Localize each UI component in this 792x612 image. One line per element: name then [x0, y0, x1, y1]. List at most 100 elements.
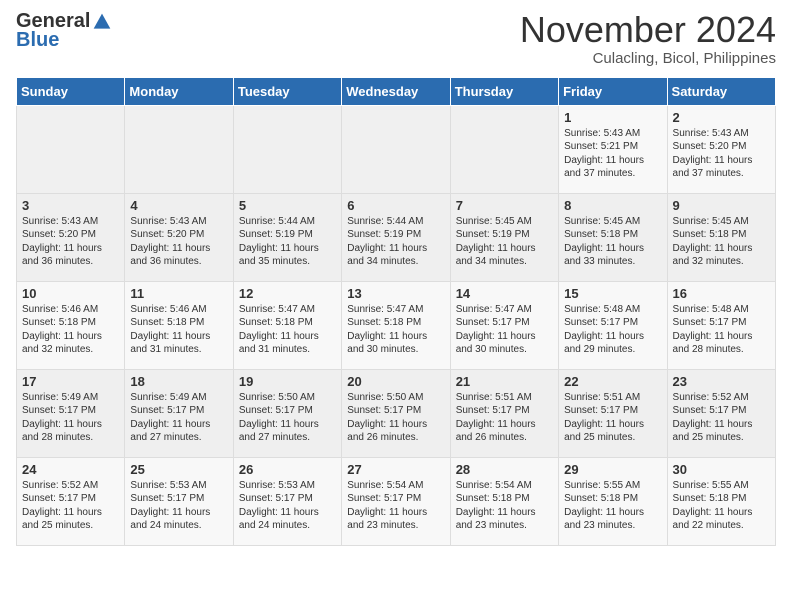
day-info-line: Sunrise: 5:44 AM	[347, 215, 444, 229]
calendar-cell: 29Sunrise: 5:55 AMSunset: 5:18 PMDayligh…	[559, 457, 667, 545]
day-info-line: Sunset: 5:21 PM	[564, 140, 661, 154]
day-info-line: Sunrise: 5:50 AM	[347, 391, 444, 405]
day-info-line: Sunrise: 5:45 AM	[673, 215, 770, 229]
day-info-line: Sunrise: 5:52 AM	[673, 391, 770, 405]
calendar-cell: 15Sunrise: 5:48 AMSunset: 5:17 PMDayligh…	[559, 281, 667, 369]
day-info-line: Sunrise: 5:46 AM	[22, 303, 119, 317]
calendar-cell: 24Sunrise: 5:52 AMSunset: 5:17 PMDayligh…	[17, 457, 125, 545]
calendar-cell: 23Sunrise: 5:52 AMSunset: 5:17 PMDayligh…	[667, 369, 775, 457]
day-info-line: Sunset: 5:17 PM	[239, 404, 336, 418]
day-info-line: Daylight: 11 hours and 31 minutes.	[130, 330, 227, 357]
calendar-cell: 8Sunrise: 5:45 AMSunset: 5:18 PMDaylight…	[559, 193, 667, 281]
calendar-cell	[450, 105, 558, 193]
day-number: 26	[239, 462, 336, 477]
day-info-line: Sunrise: 5:50 AM	[239, 391, 336, 405]
col-header-tuesday: Tuesday	[233, 77, 341, 105]
day-info-line: Daylight: 11 hours and 23 minutes.	[564, 506, 661, 533]
day-info-line: Sunrise: 5:52 AM	[22, 479, 119, 493]
day-number: 25	[130, 462, 227, 477]
day-info-line: Sunrise: 5:51 AM	[564, 391, 661, 405]
day-info-line: Sunrise: 5:43 AM	[22, 215, 119, 229]
day-info-line: Daylight: 11 hours and 32 minutes.	[673, 242, 770, 269]
calendar-cell: 7Sunrise: 5:45 AMSunset: 5:19 PMDaylight…	[450, 193, 558, 281]
day-number: 13	[347, 286, 444, 301]
day-info-line: Sunset: 5:18 PM	[456, 492, 553, 506]
day-info-line: Sunset: 5:18 PM	[564, 492, 661, 506]
day-info-line: Sunset: 5:17 PM	[673, 316, 770, 330]
calendar-week-5: 24Sunrise: 5:52 AMSunset: 5:17 PMDayligh…	[17, 457, 776, 545]
day-info-line: Daylight: 11 hours and 27 minutes.	[130, 418, 227, 445]
day-info-line: Daylight: 11 hours and 25 minutes.	[564, 418, 661, 445]
calendar-cell: 4Sunrise: 5:43 AMSunset: 5:20 PMDaylight…	[125, 193, 233, 281]
day-info-line: Sunset: 5:17 PM	[673, 404, 770, 418]
day-info-line: Sunset: 5:18 PM	[673, 228, 770, 242]
day-number: 20	[347, 374, 444, 389]
calendar-table: SundayMondayTuesdayWednesdayThursdayFrid…	[16, 77, 776, 546]
day-number: 28	[456, 462, 553, 477]
day-info-line: Sunset: 5:18 PM	[347, 316, 444, 330]
day-number: 1	[564, 110, 661, 125]
day-number: 24	[22, 462, 119, 477]
col-header-wednesday: Wednesday	[342, 77, 450, 105]
day-info-line: Sunset: 5:17 PM	[239, 492, 336, 506]
calendar-header-row: SundayMondayTuesdayWednesdayThursdayFrid…	[17, 77, 776, 105]
day-info-line: Sunrise: 5:55 AM	[564, 479, 661, 493]
day-number: 9	[673, 198, 770, 213]
day-info-line: Daylight: 11 hours and 36 minutes.	[22, 242, 119, 269]
day-number: 12	[239, 286, 336, 301]
calendar-cell: 12Sunrise: 5:47 AMSunset: 5:18 PMDayligh…	[233, 281, 341, 369]
day-number: 23	[673, 374, 770, 389]
day-info-line: Daylight: 11 hours and 23 minutes.	[456, 506, 553, 533]
day-info-line: Daylight: 11 hours and 29 minutes.	[564, 330, 661, 357]
day-info-line: Sunrise: 5:47 AM	[456, 303, 553, 317]
day-info-line: Sunrise: 5:53 AM	[239, 479, 336, 493]
day-info-line: Sunrise: 5:47 AM	[347, 303, 444, 317]
day-info-line: Sunrise: 5:49 AM	[22, 391, 119, 405]
page: General Blue November 2024 Culacling, Bi…	[0, 0, 792, 562]
col-header-monday: Monday	[125, 77, 233, 105]
day-info-line: Sunrise: 5:55 AM	[673, 479, 770, 493]
day-number: 5	[239, 198, 336, 213]
calendar-cell: 30Sunrise: 5:55 AMSunset: 5:18 PMDayligh…	[667, 457, 775, 545]
day-number: 18	[130, 374, 227, 389]
day-info-line: Daylight: 11 hours and 32 minutes.	[22, 330, 119, 357]
day-info-line: Sunrise: 5:48 AM	[564, 303, 661, 317]
day-info-line: Sunset: 5:19 PM	[239, 228, 336, 242]
calendar-cell: 16Sunrise: 5:48 AMSunset: 5:17 PMDayligh…	[667, 281, 775, 369]
day-number: 6	[347, 198, 444, 213]
calendar-week-1: 1Sunrise: 5:43 AMSunset: 5:21 PMDaylight…	[17, 105, 776, 193]
day-info-line: Daylight: 11 hours and 27 minutes.	[239, 418, 336, 445]
day-info-line: Sunrise: 5:43 AM	[130, 215, 227, 229]
day-info-line: Daylight: 11 hours and 24 minutes.	[130, 506, 227, 533]
calendar-cell: 5 Sunrise: 5:44 AMSunset: 5:19 PMDaylight…	[233, 193, 341, 281]
calendar-cell: 21Sunrise: 5:51 AMSunset: 5:17 PMDayligh…	[450, 369, 558, 457]
day-info-line: Sunrise: 5:51 AM	[456, 391, 553, 405]
day-info-line: Sunrise: 5:43 AM	[673, 127, 770, 141]
calendar-cell: 28Sunrise: 5:54 AMSunset: 5:18 PMDayligh…	[450, 457, 558, 545]
day-info-line: Sunset: 5:17 PM	[456, 316, 553, 330]
col-header-thursday: Thursday	[450, 77, 558, 105]
day-info-line: Daylight: 11 hours and 35 minutes.	[239, 242, 336, 269]
day-info-line: Sunrise: 5:44 AM	[239, 215, 336, 229]
day-number: 4	[130, 198, 227, 213]
day-info-line: Daylight: 11 hours and 28 minutes.	[673, 330, 770, 357]
calendar-cell	[342, 105, 450, 193]
day-info-line: Sunset: 5:17 PM	[564, 404, 661, 418]
day-info-line: Daylight: 11 hours and 34 minutes.	[347, 242, 444, 269]
day-info-line: Daylight: 11 hours and 24 minutes.	[239, 506, 336, 533]
day-info-line: Sunset: 5:18 PM	[130, 316, 227, 330]
day-number: 3	[22, 198, 119, 213]
calendar-cell	[233, 105, 341, 193]
calendar-cell: 18Sunrise: 5:49 AMSunset: 5:17 PMDayligh…	[125, 369, 233, 457]
day-info-line: Sunset: 5:20 PM	[673, 140, 770, 154]
day-number: 30	[673, 462, 770, 477]
day-info-line: Daylight: 11 hours and 33 minutes.	[564, 242, 661, 269]
day-info-line: Daylight: 11 hours and 25 minutes.	[22, 506, 119, 533]
day-info-line: Sunset: 5:18 PM	[673, 492, 770, 506]
calendar-cell: 10Sunrise: 5:46 AMSunset: 5:18 PMDayligh…	[17, 281, 125, 369]
col-header-sunday: Sunday	[17, 77, 125, 105]
day-info-line: Sunrise: 5:46 AM	[130, 303, 227, 317]
day-info-line: Daylight: 11 hours and 30 minutes.	[456, 330, 553, 357]
calendar-week-4: 17Sunrise: 5:49 AMSunset: 5:17 PMDayligh…	[17, 369, 776, 457]
day-info-line: Sunrise: 5:53 AM	[130, 479, 227, 493]
